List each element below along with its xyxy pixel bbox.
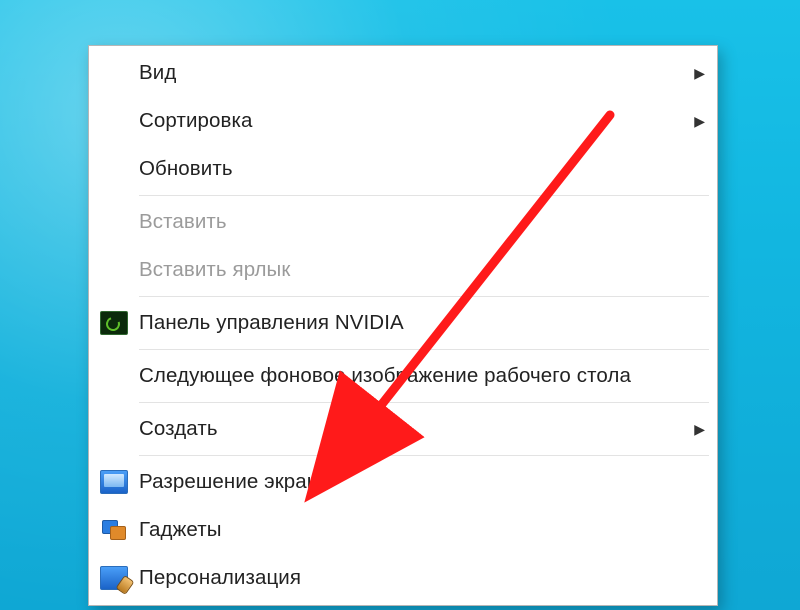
menu-separator bbox=[139, 349, 709, 350]
menu-item-label: Панель управления NVIDIA bbox=[139, 311, 705, 335]
menu-item-icon-slot bbox=[97, 563, 131, 593]
menu-separator bbox=[139, 402, 709, 403]
menu-item-new[interactable]: Создать▶ bbox=[91, 405, 715, 453]
menu-item-nvidia[interactable]: Панель управления NVIDIA bbox=[91, 299, 715, 347]
menu-item-icon-slot bbox=[97, 207, 131, 237]
menu-item-label: Следующее фоновое изображение рабочего с… bbox=[139, 364, 705, 388]
menu-item-label: Гаджеты bbox=[139, 518, 705, 542]
menu-item-label: Персонализация bbox=[139, 566, 705, 590]
menu-item-icon-slot bbox=[97, 414, 131, 444]
menu-separator bbox=[139, 296, 709, 297]
menu-item-gadgets[interactable]: Гаджеты bbox=[91, 506, 715, 554]
menu-item-icon-slot bbox=[97, 515, 131, 545]
menu-item-sort[interactable]: Сортировка▶ bbox=[91, 97, 715, 145]
menu-item-view[interactable]: Вид▶ bbox=[91, 49, 715, 97]
menu-item-icon-slot bbox=[97, 361, 131, 391]
menu-item-icon-slot bbox=[97, 106, 131, 136]
menu-item-label: Вставить ярлык bbox=[139, 258, 705, 282]
submenu-arrow-icon: ▶ bbox=[691, 65, 705, 82]
menu-item-icon-slot bbox=[97, 467, 131, 497]
nvidia-icon bbox=[100, 311, 128, 335]
resolution-icon bbox=[100, 470, 128, 494]
menu-item-icon-slot bbox=[97, 308, 131, 338]
menu-item-next-bg[interactable]: Следующее фоновое изображение рабочего с… bbox=[91, 352, 715, 400]
menu-item-paste: Вставить bbox=[91, 198, 715, 246]
menu-item-label: Создать bbox=[139, 417, 691, 441]
menu-item-icon-slot bbox=[97, 154, 131, 184]
desktop-background[interactable]: Вид▶Сортировка▶ОбновитьВставитьВставить … bbox=[0, 0, 800, 610]
gadgets-icon bbox=[101, 519, 127, 541]
desktop-context-menu: Вид▶Сортировка▶ОбновитьВставитьВставить … bbox=[88, 45, 718, 606]
personalize-icon bbox=[100, 566, 128, 590]
menu-item-personalize[interactable]: Персонализация bbox=[91, 554, 715, 602]
submenu-arrow-icon: ▶ bbox=[691, 421, 705, 438]
menu-item-label: Разрешение экрана bbox=[139, 470, 705, 494]
menu-item-label: Вставить bbox=[139, 210, 705, 234]
menu-item-label: Сортировка bbox=[139, 109, 691, 133]
menu-item-label: Обновить bbox=[139, 157, 705, 181]
menu-item-paste-short: Вставить ярлык bbox=[91, 246, 715, 294]
menu-item-refresh[interactable]: Обновить bbox=[91, 145, 715, 193]
menu-item-icon-slot bbox=[97, 255, 131, 285]
menu-separator bbox=[139, 455, 709, 456]
menu-item-resolution[interactable]: Разрешение экрана bbox=[91, 458, 715, 506]
submenu-arrow-icon: ▶ bbox=[691, 113, 705, 130]
menu-item-icon-slot bbox=[97, 58, 131, 88]
menu-separator bbox=[139, 195, 709, 196]
menu-item-label: Вид bbox=[139, 61, 691, 85]
